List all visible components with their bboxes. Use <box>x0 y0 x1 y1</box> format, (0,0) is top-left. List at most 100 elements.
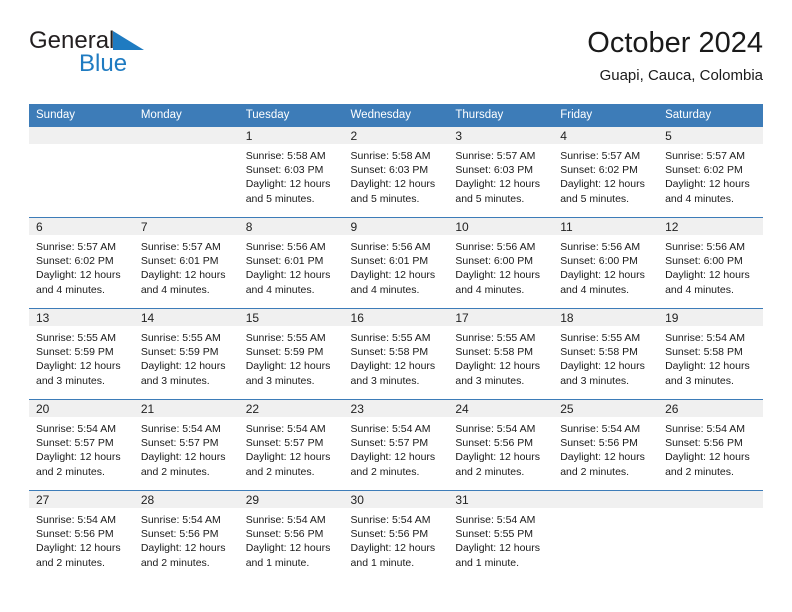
day-number: 16 <box>343 309 449 326</box>
day-details: Sunrise: 5:56 AM Sunset: 6:00 PM Daylight:… <box>448 235 553 297</box>
sunrise-text: Sunrise: 5:54 AM <box>245 423 326 435</box>
calendar-day-cell[interactable]: 11 Sunrise: 5:56 AM Sunset: 6:00 PM Dayligh… <box>553 217 659 309</box>
day-details: Sunrise: 5:54 AM Sunset: 5:56 PM Daylight:… <box>239 508 344 570</box>
sunset-text: Sunset: 6:00 PM <box>665 255 743 268</box>
calendar-grid: Sunday Monday Tuesday Wednesday Thursday… <box>29 104 763 581</box>
daylight-text-line1: Daylight: 12 hours <box>455 451 541 464</box>
brand-name-top-row: General <box>29 28 259 54</box>
sunset-text: Sunset: 6:01 PM <box>350 255 429 268</box>
daylight-text-line2: and 1 minute. <box>455 556 520 569</box>
calendar-day-cell[interactable]: 21 Sunrise: 5:54 AM Sunset: 5:57 PM Dayligh… <box>133 399 239 491</box>
calendar-day-cell[interactable]: 27 Sunrise: 5:54 AM Sunset: 5:56 PM Dayligh… <box>29 490 134 581</box>
calendar-day-cell[interactable]: 4 Sunrise: 5:57 AM Sunset: 6:02 PM Daylight… <box>553 127 659 218</box>
day-details <box>658 508 763 513</box>
sunrise-text: Sunrise: 5:54 AM <box>665 332 746 344</box>
sunrise-text: Sunrise: 5:54 AM <box>455 423 536 435</box>
day-details: Sunrise: 5:55 AM Sunset: 5:59 PM Daylight:… <box>239 326 344 388</box>
calendar-day-cell[interactable]: 15 Sunrise: 5:55 AM Sunset: 5:59 PM Dayligh… <box>238 308 344 400</box>
day-details: Sunrise: 5:55 AM Sunset: 5:58 PM Daylight:… <box>553 326 658 388</box>
sunrise-text: Sunrise: 5:57 AM <box>665 150 746 162</box>
sunset-text: Sunset: 5:59 PM <box>245 346 324 359</box>
calendar-day-cell[interactable]: 2 Sunrise: 5:58 AM Sunset: 6:03 PM Daylight… <box>343 127 449 218</box>
calendar-day-cell[interactable]: 28 Sunrise: 5:54 AM Sunset: 5:56 PM Dayligh… <box>133 490 239 581</box>
daylight-text-line2: and 3 minutes. <box>560 374 630 387</box>
sunrise-text: Sunrise: 5:54 AM <box>36 514 116 526</box>
daylight-text-line1: Daylight: 12 hours <box>560 360 645 373</box>
sunrise-text: Sunrise: 5:57 AM <box>455 150 536 162</box>
calendar-day-cell[interactable]: 29 Sunrise: 5:54 AM Sunset: 5:56 PM Dayligh… <box>238 490 344 581</box>
calendar-day-cell[interactable]: 6 Sunrise: 5:57 AM Sunset: 6:02 PM Daylight… <box>29 217 134 309</box>
calendar-day-cell[interactable]: 22 Sunrise: 5:54 AM Sunset: 5:57 PM Dayligh… <box>238 399 344 491</box>
daylight-text-line2: and 2 minutes. <box>245 465 315 478</box>
calendar-day-cell[interactable]: 30 Sunrise: 5:54 AM Sunset: 5:56 PM Dayligh… <box>343 490 449 581</box>
calendar-day-cell[interactable]: 19 Sunrise: 5:54 AM Sunset: 5:58 PM Dayligh… <box>658 308 763 400</box>
calendar-day-cell[interactable]: 7 Sunrise: 5:57 AM Sunset: 6:01 PM Daylight… <box>133 217 239 309</box>
calendar-day-cell[interactable]: 26 Sunrise: 5:54 AM Sunset: 5:56 PM Dayligh… <box>658 399 763 491</box>
calendar-day-cell[interactable]: 13 Sunrise: 5:55 AM Sunset: 5:59 PM Dayligh… <box>29 308 134 400</box>
day-details: Sunrise: 5:56 AM Sunset: 6:01 PM Daylight:… <box>344 235 449 297</box>
weekday-header-sunday: Sunday <box>29 104 134 127</box>
daylight-text-line1: Daylight: 12 hours <box>245 360 331 373</box>
daylight-text-line1: Daylight: 12 hours <box>36 360 121 373</box>
day-number: 20 <box>29 400 134 417</box>
calendar-day-cell[interactable]: 20 Sunrise: 5:54 AM Sunset: 5:57 PM Dayligh… <box>29 399 134 491</box>
daylight-text-line1: Daylight: 12 hours <box>140 269 226 282</box>
sunset-text: Sunset: 5:56 PM <box>350 528 429 541</box>
calendar-day-cell[interactable]: 1 Sunrise: 5:58 AM Sunset: 6:03 PM Daylight… <box>238 127 344 218</box>
blue-triangle-icon <box>113 31 145 57</box>
title-block: October 2024 Guapi, Cauca, Colombia <box>587 26 763 86</box>
calendar-week-row: 27 Sunrise: 5:54 AM Sunset: 5:56 PM Dayligh… <box>29 490 763 581</box>
sunset-text: Sunset: 5:56 PM <box>36 528 114 541</box>
day-number: 22 <box>238 400 344 417</box>
calendar-day-cell[interactable]: 10 Sunrise: 5:56 AM Sunset: 6:00 PM Dayligh… <box>448 217 554 309</box>
sunrise-text: Sunrise: 5:55 AM <box>350 332 431 344</box>
calendar-day-cell[interactable]: 16 Sunrise: 5:55 AM Sunset: 5:58 PM Dayligh… <box>343 308 449 400</box>
calendar-day-cell[interactable]: 23 Sunrise: 5:54 AM Sunset: 5:57 PM Dayligh… <box>343 399 449 491</box>
day-number: 21 <box>133 400 239 417</box>
sunset-text: Sunset: 5:56 PM <box>560 437 638 450</box>
daylight-text-line1: Daylight: 12 hours <box>245 451 331 464</box>
day-number: 5 <box>658 127 763 144</box>
calendar-week-row: 13 Sunrise: 5:55 AM Sunset: 5:59 PM Dayligh… <box>29 308 763 400</box>
calendar-day-cell[interactable]: 8 Sunrise: 5:56 AM Sunset: 6:01 PM Daylight… <box>238 217 344 309</box>
daylight-text-line2: and 2 minutes. <box>140 556 210 569</box>
calendar-day-cell[interactable]: 9 Sunrise: 5:56 AM Sunset: 6:01 PM Daylight… <box>343 217 449 309</box>
day-number: 4 <box>553 127 659 144</box>
sunset-text: Sunset: 6:02 PM <box>665 164 743 177</box>
calendar-day-cell-empty <box>553 490 659 581</box>
day-number: 8 <box>238 218 344 235</box>
brand-logo[interactable]: General Blue <box>29 28 259 88</box>
daylight-text-line2: and 4 minutes. <box>350 283 420 296</box>
calendar-day-cell[interactable]: 18 Sunrise: 5:55 AM Sunset: 5:58 PM Dayligh… <box>553 308 659 400</box>
calendar-day-cell[interactable]: 5 Sunrise: 5:57 AM Sunset: 6:02 PM Daylight… <box>658 127 763 218</box>
calendar-day-cell[interactable]: 24 Sunrise: 5:54 AM Sunset: 5:56 PM Dayligh… <box>448 399 554 491</box>
day-details: Sunrise: 5:54 AM Sunset: 5:57 PM Daylight:… <box>344 417 449 479</box>
sunset-text: Sunset: 5:59 PM <box>140 346 219 359</box>
calendar-day-cell[interactable]: 17 Sunrise: 5:55 AM Sunset: 5:58 PM Dayligh… <box>448 308 554 400</box>
sunset-text: Sunset: 5:57 PM <box>140 437 219 450</box>
sunset-text: Sunset: 6:01 PM <box>245 255 324 268</box>
sunrise-text: Sunrise: 5:57 AM <box>560 150 641 162</box>
daylight-text-line1: Daylight: 12 hours <box>350 451 436 464</box>
daylight-text-line2: and 4 minutes. <box>665 283 734 296</box>
day-number: 18 <box>553 309 659 326</box>
sunrise-text: Sunrise: 5:55 AM <box>140 332 221 344</box>
sunrise-text: Sunrise: 5:54 AM <box>245 514 326 526</box>
day-details: Sunrise: 5:57 AM Sunset: 6:02 PM Daylight:… <box>29 235 134 297</box>
day-details: Sunrise: 5:55 AM Sunset: 5:58 PM Daylight:… <box>448 326 553 388</box>
weekday-header-saturday: Saturday <box>658 104 763 127</box>
calendar-day-cell[interactable]: 31 Sunrise: 5:54 AM Sunset: 5:55 PM Dayligh… <box>448 490 554 581</box>
calendar-day-cell[interactable]: 25 Sunrise: 5:54 AM Sunset: 5:56 PM Dayligh… <box>553 399 659 491</box>
calendar-day-cell[interactable]: 12 Sunrise: 5:56 AM Sunset: 6:00 PM Dayligh… <box>658 217 763 309</box>
daylight-text-line2: and 1 minute. <box>350 556 415 569</box>
day-number: 9 <box>343 218 449 235</box>
calendar-day-cell[interactable]: 3 Sunrise: 5:57 AM Sunset: 6:03 PM Daylight… <box>448 127 554 218</box>
daylight-text-line1: Daylight: 12 hours <box>665 360 750 373</box>
weekday-header-wednesday: Wednesday <box>343 104 449 127</box>
brand-name-blue: Blue <box>79 50 128 77</box>
calendar-day-cell[interactable]: 14 Sunrise: 5:55 AM Sunset: 5:59 PM Dayligh… <box>133 308 239 400</box>
daylight-text-line1: Daylight: 12 hours <box>350 360 436 373</box>
sunrise-text: Sunrise: 5:56 AM <box>245 241 326 253</box>
sunrise-text: Sunrise: 5:54 AM <box>665 423 746 435</box>
day-details <box>29 144 134 149</box>
